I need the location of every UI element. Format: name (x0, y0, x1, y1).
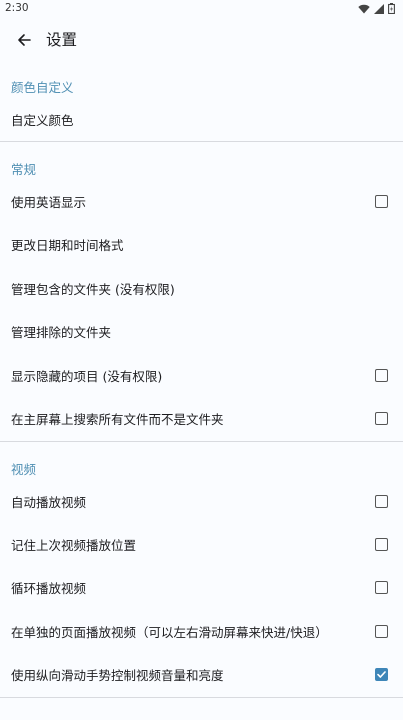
status-bar: 2:30 (0, 0, 403, 18)
wifi-icon (358, 4, 370, 13)
status-icons (358, 3, 395, 14)
setting-vertical-gestures[interactable]: 使用纵向滑动手势控制视频音量和亮度 (0, 653, 403, 696)
checkbox-show-hidden[interactable] (375, 369, 388, 382)
status-time: 2:30 (5, 2, 29, 14)
setting-date-time-format[interactable]: 更改日期和时间格式 (0, 223, 403, 266)
check-icon (377, 671, 386, 678)
battery-icon (388, 3, 395, 14)
back-button[interactable] (10, 26, 38, 54)
setting-remember-position[interactable]: 记住上次视频播放位置 (0, 523, 403, 566)
checkbox-separate-screen[interactable] (375, 625, 388, 638)
setting-label: 自定义颜色 (11, 113, 74, 128)
setting-autoplay-videos[interactable]: 自动播放视频 (0, 480, 403, 523)
checkbox-loop-videos[interactable] (375, 581, 388, 594)
setting-label: 在单独的页面播放视频（可以左右滑动屏幕来快进/快退） (11, 625, 328, 640)
setting-customize-colors[interactable]: 自定义颜色 (0, 98, 403, 141)
setting-label: 使用纵向滑动手势控制视频音量和亮度 (11, 668, 224, 683)
section-header-color: 颜色自定义 (11, 80, 74, 95)
setting-included-folders[interactable]: 管理包含的文件夹 (没有权限) (0, 267, 403, 310)
setting-label: 在主屏幕上搜索所有文件而不是文件夹 (11, 412, 224, 427)
section-header-video: 视频 (11, 462, 37, 477)
setting-label: 显示隐藏的项目 (没有权限) (11, 369, 163, 384)
checkbox-vertical-gestures[interactable] (375, 668, 388, 681)
checkbox-remember-position[interactable] (375, 538, 388, 551)
checkbox-use-english[interactable] (375, 195, 388, 208)
divider (0, 441, 403, 442)
setting-separate-screen[interactable]: 在单独的页面播放视频（可以左右滑动屏幕来快进/快退） (0, 610, 403, 653)
setting-loop-videos[interactable]: 循环播放视频 (0, 566, 403, 609)
setting-label: 更改日期和时间格式 (11, 238, 124, 253)
arrow-back-icon (18, 34, 31, 46)
section-header-general: 常规 (11, 162, 37, 177)
checkbox-autoplay-videos[interactable] (375, 495, 388, 508)
setting-label: 使用英语显示 (11, 195, 87, 210)
setting-excluded-folders[interactable]: 管理排除的文件夹 (0, 310, 403, 353)
setting-label: 自动播放视频 (11, 495, 87, 510)
setting-label: 记住上次视频播放位置 (11, 538, 137, 553)
signal-icon (374, 3, 384, 14)
setting-label: 管理排除的文件夹 (11, 325, 112, 340)
checkbox-search-all-files[interactable] (375, 412, 388, 425)
divider (0, 141, 403, 142)
setting-use-english[interactable]: 使用英语显示 (0, 180, 403, 223)
setting-label: 循环播放视频 (11, 581, 87, 596)
setting-search-all-files[interactable]: 在主屏幕上搜索所有文件而不是文件夹 (0, 397, 403, 440)
setting-label: 管理包含的文件夹 (没有权限) (11, 282, 175, 297)
divider (0, 697, 403, 698)
setting-show-hidden[interactable]: 显示隐藏的项目 (没有权限) (0, 354, 403, 397)
app-bar: 设置 (0, 18, 403, 58)
page-title: 设置 (46, 31, 78, 49)
